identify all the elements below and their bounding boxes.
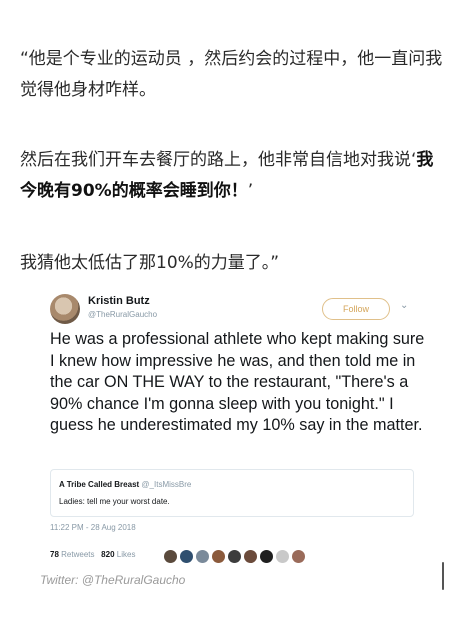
tweet-timestamp[interactable]: 11:22 PM - 28 Aug 2018: [50, 523, 136, 532]
liker-avatar[interactable]: [228, 550, 241, 563]
article-paragraph-1: “他是个专业的运动员 ，然后约会的过程中，他一直问我觉得他身材咋样。: [20, 49, 443, 100]
quoted-author-handle: @_ItsMissBre: [141, 480, 192, 489]
liker-avatar[interactable]: [292, 550, 305, 563]
article-paragraph-3: 我猜他太低估了那10%的力量了。”: [20, 253, 280, 273]
liker-avatar[interactable]: [164, 550, 177, 563]
p2-prefix: 然后在我们开车去餐厅的路上，他非常自信地对我说‘: [20, 150, 417, 170]
scrollbar-handle[interactable]: [442, 562, 444, 590]
retweets-count: 78: [50, 550, 59, 559]
article-paragraph-2: 然后在我们开车去餐厅的路上，他非常自信地对我说‘我今晚有90%的概率会睡到你！’: [20, 145, 450, 207]
liker-avatar[interactable]: [244, 550, 257, 563]
likes-label[interactable]: Likes: [117, 550, 136, 559]
liker-avatar[interactable]: [196, 550, 209, 563]
quoted-tweet[interactable]: A Tribe Called Breast @_ItsMissBre Ladie…: [50, 469, 414, 517]
follow-button[interactable]: Follow: [322, 298, 390, 320]
liker-avatar[interactable]: [180, 550, 193, 563]
retweets-label[interactable]: Retweets: [61, 550, 94, 559]
source-caption: Twitter: @TheRuralGaucho: [40, 573, 186, 587]
quoted-tweet-header: A Tribe Called Breast @_ItsMissBre: [59, 480, 191, 489]
tweet-stats: 78 Retweets 820 Likes: [50, 550, 135, 559]
p2-suffix: ’: [247, 181, 254, 201]
author-name[interactable]: Kristin Butz: [88, 295, 150, 307]
chevron-down-icon[interactable]: ⌄: [400, 300, 408, 311]
author-handle[interactable]: @TheRuralGaucho: [88, 310, 157, 319]
liker-avatar[interactable]: [212, 550, 225, 563]
liker-avatar[interactable]: [276, 550, 289, 563]
avatar[interactable]: [50, 294, 80, 324]
liker-avatar[interactable]: [260, 550, 273, 563]
embedded-tweet: Kristin Butz @TheRuralGaucho Follow ⌄ He…: [38, 282, 432, 594]
quoted-tweet-text: Ladies: tell me your worst date.: [59, 497, 170, 506]
tweet-text: He was a professional athlete who kept m…: [50, 330, 425, 435]
likes-count: 820: [101, 550, 115, 559]
liker-avatars: [164, 546, 308, 563]
quoted-author-name: A Tribe Called Breast: [59, 480, 140, 489]
